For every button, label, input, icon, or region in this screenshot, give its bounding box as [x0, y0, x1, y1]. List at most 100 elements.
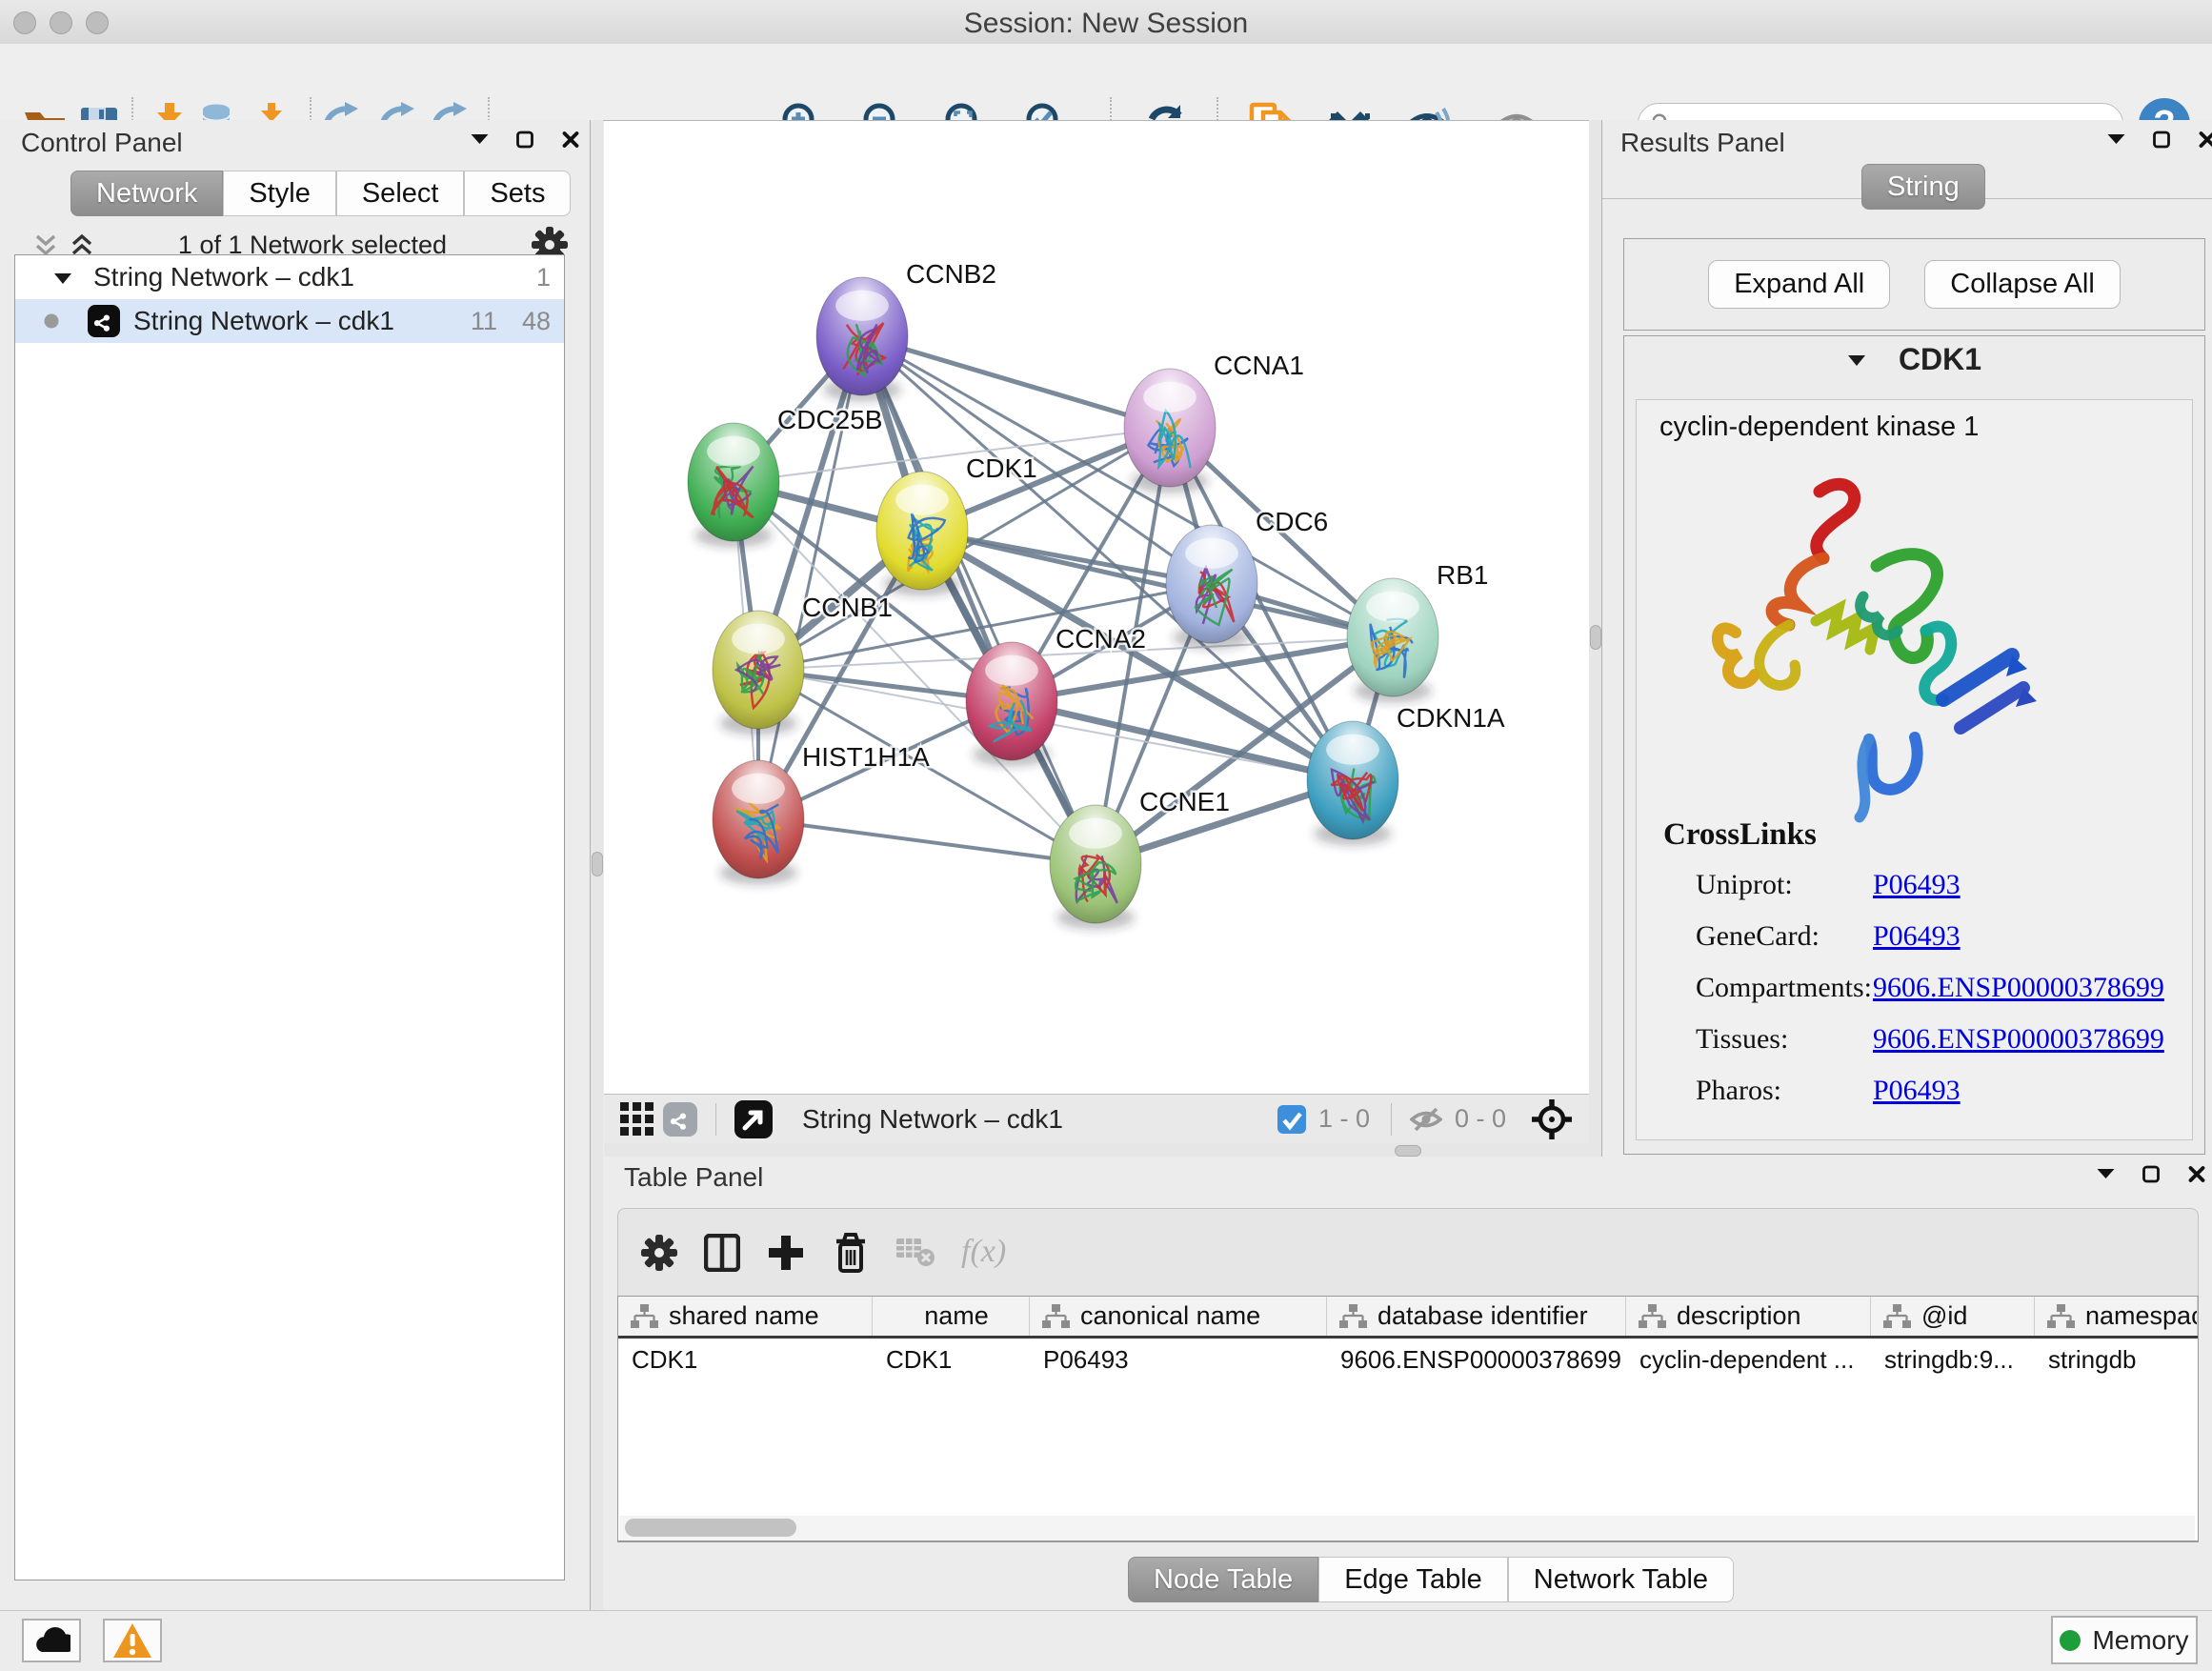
control-panel-title: Control Panel: [21, 128, 183, 158]
right-splitter-handle[interactable]: [1590, 625, 1601, 650]
node-CDKN1A[interactable]: [1307, 721, 1398, 845]
column-label: name: [924, 1301, 989, 1331]
warnings-button[interactable]: [103, 1619, 162, 1662]
tab-select[interactable]: Select: [336, 171, 465, 216]
memory-label: Memory: [2092, 1625, 2188, 1656]
protein-collapse-icon[interactable]: [1847, 352, 1866, 367]
network-collection-row[interactable]: String Network – cdk1 1: [15, 255, 564, 299]
column-label: description: [1677, 1301, 1801, 1331]
column-header-database-identifier[interactable]: database identifier: [1327, 1297, 1626, 1336]
protein-details: cyclin-dependent kinase 1 CrossLinks Uni…: [1636, 399, 2193, 1140]
node-CCNB2[interactable]: [816, 277, 908, 401]
network-canvas[interactable]: CCNB2CCNA1CDC25BCDK1CDC6RB1CCNB1CCNA2CDK…: [604, 120, 1589, 1094]
collapse-all-networks-icon[interactable]: [34, 233, 57, 256]
tab-edge-table[interactable]: Edge Table: [1318, 1557, 1508, 1602]
delete-columns-icon[interactable]: [832, 1233, 870, 1273]
results-panel-float-icon[interactable]: [2151, 130, 2172, 150]
crosslink-row-pharos: Pharos:P06493: [1696, 1075, 2172, 1113]
node-CDC25B[interactable]: [688, 423, 779, 547]
table-cell[interactable]: cyclin-dependent ...: [1626, 1339, 1871, 1380]
table-cell[interactable]: stringdb: [2035, 1339, 2198, 1380]
node-CCNE1[interactable]: [1050, 805, 1141, 929]
crosslink-link[interactable]: P06493: [1873, 920, 1961, 952]
table-panel-title: Table Panel: [624, 1162, 763, 1193]
control-panel-close-icon[interactable]: [560, 130, 581, 150]
control-panel-collapse-icon[interactable]: [469, 130, 490, 150]
column-header-shared-name[interactable]: shared name: [618, 1297, 873, 1336]
memory-button[interactable]: Memory: [2051, 1616, 2198, 1664]
table-cell[interactable]: CDK1: [618, 1339, 873, 1380]
tab-node-table[interactable]: Node Table: [1128, 1557, 1318, 1602]
crosslink-row-genecard: GeneCard:P06493: [1696, 920, 2172, 958]
node-CCNA1[interactable]: [1124, 369, 1216, 493]
table-cell[interactable]: P06493: [1030, 1339, 1327, 1380]
node-label-CDC6: CDC6: [1256, 507, 1328, 536]
table-panel-collapse-icon[interactable]: [2095, 1164, 2116, 1184]
show-columns-icon[interactable]: [704, 1234, 740, 1272]
column-header-description[interactable]: description: [1626, 1297, 1871, 1336]
table-cell[interactable]: 9606.ENSP00000378699: [1327, 1339, 1626, 1380]
node-RB1[interactable]: [1347, 578, 1438, 702]
collapse-all-button[interactable]: Collapse All: [1924, 260, 2121, 309]
column-type-icon: [630, 1302, 659, 1330]
column-header-namespace[interactable]: namespace: [2035, 1297, 2198, 1336]
control-panel-float-icon[interactable]: [514, 130, 535, 150]
cytoscape-window: Session: New Session ? Control Panel Net…: [0, 0, 2212, 1671]
network-bullet-icon: [44, 313, 59, 329]
protein-description: cyclin-dependent kinase 1: [1659, 412, 1979, 443]
table-horizontal-scrollbar[interactable]: [619, 1516, 2195, 1540]
edge-CCNB2-CCNE1[interactable]: [862, 336, 1096, 864]
selected-items-icon[interactable]: [1277, 1105, 1306, 1134]
right-splitter[interactable]: [1589, 120, 1601, 1143]
table-settings-gear-icon[interactable]: [641, 1235, 677, 1271]
tab-network-table[interactable]: Network Table: [1508, 1557, 1734, 1602]
node-HIST1H1A[interactable]: [713, 760, 804, 884]
collection-expand-icon[interactable]: [53, 270, 72, 285]
protein-structure-image: [1675, 453, 2065, 835]
svg-text:f(x): f(x): [961, 1235, 1006, 1269]
title-bar: Session: New Session: [0, 0, 2212, 45]
tab-sets[interactable]: Sets: [464, 171, 571, 216]
table-cell[interactable]: stringdb:9...: [1871, 1339, 2035, 1380]
column-header-canonical-name[interactable]: canonical name: [1030, 1297, 1327, 1336]
cloud-status-button[interactable]: [22, 1619, 81, 1662]
column-header-name[interactable]: name: [873, 1297, 1030, 1336]
expand-all-networks-icon[interactable]: [70, 233, 93, 256]
edge-CCNB2-CCNA1[interactable]: [862, 336, 1170, 428]
table-panel-float-icon[interactable]: [2141, 1164, 2162, 1184]
fit-selected-icon[interactable]: [1531, 1098, 1573, 1140]
birdseye-view-icon[interactable]: [620, 1102, 654, 1136]
tab-network[interactable]: Network: [70, 171, 223, 216]
tab-string[interactable]: String: [1861, 164, 1985, 210]
table-row[interactable]: CDK1CDK1P064939606.ENSP00000378699cyclin…: [618, 1339, 2198, 1380]
left-splitter-handle[interactable]: [592, 852, 603, 876]
network-row[interactable]: String Network – cdk1 11 48: [15, 299, 564, 343]
left-splitter[interactable]: [591, 120, 603, 1610]
horizontal-splitter-handle[interactable]: [1395, 1145, 1421, 1157]
results-panel-close-icon[interactable]: [2197, 130, 2212, 150]
crosslink-label: Tissues:: [1696, 1023, 1873, 1056]
tab-style[interactable]: Style: [223, 171, 335, 216]
crosslink-link[interactable]: 9606.ENSP00000378699: [1873, 972, 2164, 1003]
open-in-window-icon[interactable]: [734, 1100, 773, 1138]
table-cell[interactable]: CDK1: [873, 1339, 1030, 1380]
collection-label: String Network – cdk1: [93, 262, 354, 292]
column-header-@id[interactable]: @id: [1871, 1297, 2035, 1336]
table-scrollbar-thumb[interactable]: [625, 1519, 796, 1537]
expand-all-button[interactable]: Expand All: [1708, 260, 1890, 309]
crosslink-link[interactable]: P06493: [1873, 869, 1961, 900]
table-panel-close-icon[interactable]: [2186, 1164, 2207, 1184]
crosslink-link[interactable]: P06493: [1873, 1075, 1961, 1106]
protein-name: CDK1: [1899, 342, 1981, 377]
create-column-icon[interactable]: [767, 1234, 805, 1272]
node-table: shared name name canonical namedatabase id…: [617, 1296, 2199, 1541]
node-CCNB1[interactable]: [713, 611, 804, 735]
column-label: @id: [1921, 1301, 1967, 1331]
edge-HIST1H1A-CCNE1[interactable]: [758, 819, 1096, 864]
hidden-items-icon[interactable]: [1410, 1105, 1442, 1134]
results-panel-collapse-icon[interactable]: [2105, 130, 2126, 150]
crosslink-link[interactable]: 9606.ENSP00000378699: [1873, 1023, 2164, 1055]
node-label-CDKN1A: CDKN1A: [1397, 703, 1505, 733]
string-network-icon: [88, 305, 120, 337]
node-CDK1[interactable]: [876, 472, 968, 595]
